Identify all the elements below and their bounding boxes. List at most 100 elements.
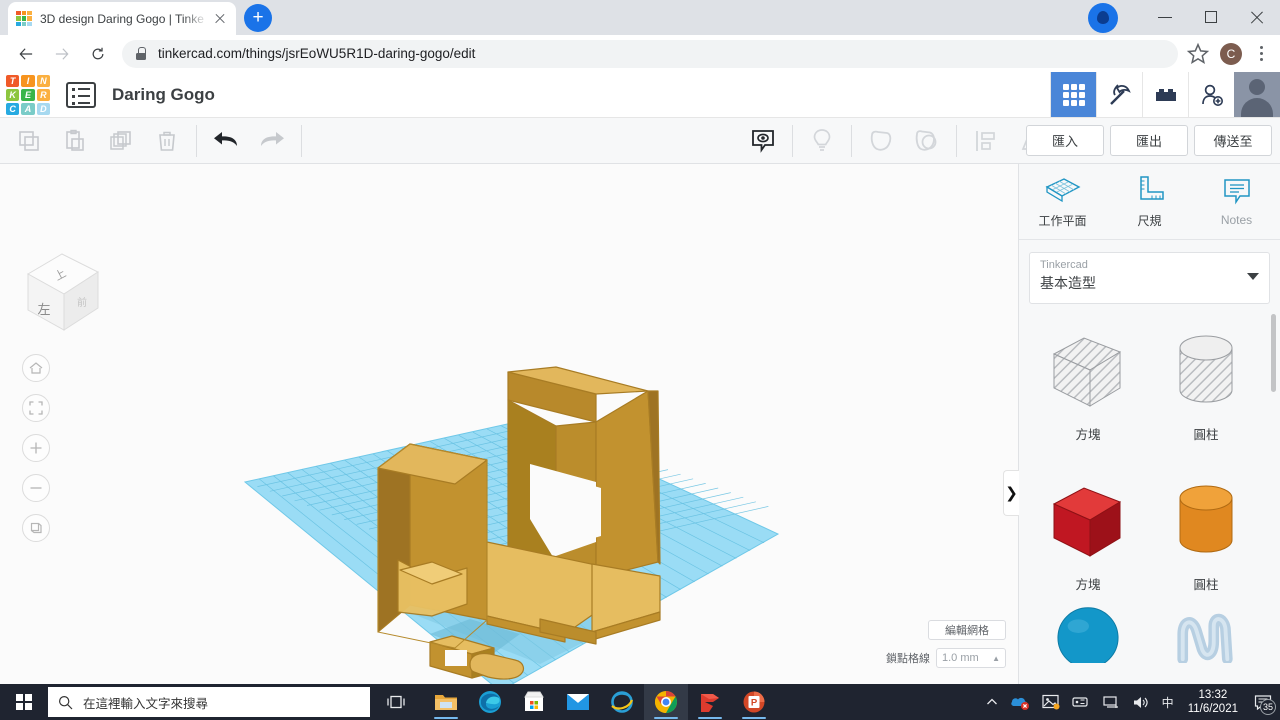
group-icon xyxy=(870,130,892,151)
sketchup-icon[interactable] xyxy=(688,684,732,720)
panel-tools: 工作平面 尺規 Notes xyxy=(1019,164,1280,240)
import-button[interactable]: 匯入 xyxy=(1026,125,1104,156)
toolbar-divider xyxy=(196,124,197,157)
clock-time: 13:32 xyxy=(1198,689,1228,701)
chevron-up-icon xyxy=(986,698,997,705)
chrome-icon[interactable] xyxy=(644,684,688,720)
notes-tool[interactable]: Notes xyxy=(1193,164,1280,239)
ortho-perspective-button[interactable] xyxy=(22,514,50,542)
red-box-shape[interactable]: 方塊 xyxy=(1029,449,1147,599)
panel-scrollbar[interactable] xyxy=(1271,314,1276,392)
chrome-menu-button[interactable] xyxy=(1250,46,1272,61)
window-controls xyxy=(1088,0,1280,35)
hole-box-shape[interactable]: 方塊 xyxy=(1029,299,1147,449)
navigation-buttons xyxy=(22,354,50,542)
notes-icon xyxy=(1223,179,1250,205)
send-to-button[interactable]: 傳送至 xyxy=(1194,125,1272,156)
volume-tray-icon[interactable] xyxy=(1126,695,1156,710)
maximize-window-button[interactable] xyxy=(1188,0,1234,35)
view-cube[interactable]: 上 左 前 xyxy=(18,244,108,340)
blocks-button[interactable] xyxy=(1142,72,1188,117)
paste-button[interactable] xyxy=(52,118,98,164)
zoom-in-button[interactable] xyxy=(22,434,50,462)
grid-view-button[interactable] xyxy=(1050,72,1096,117)
delete-button[interactable] xyxy=(144,118,190,164)
minimize-window-button[interactable] xyxy=(1142,0,1188,35)
scribble-shape[interactable] xyxy=(1147,599,1265,669)
powerpoint-app-icon: P xyxy=(743,691,765,713)
chevron-down-icon xyxy=(1247,273,1259,280)
note-button[interactable] xyxy=(740,118,786,164)
group-button[interactable] xyxy=(858,118,904,164)
toolbar-divider-3 xyxy=(792,124,793,157)
home-view-button[interactable] xyxy=(22,354,50,382)
shape-library-select[interactable]: Tinkercad 基本造型 xyxy=(1029,252,1270,304)
onedrive-tray-icon[interactable] xyxy=(1004,694,1036,710)
shapes-panel: 工作平面 尺規 Notes Tinkercad 基本造型 方塊 圓柱 方塊 圓柱 xyxy=(1018,164,1280,684)
orange-cylinder-shape[interactable]: 圓柱 xyxy=(1147,449,1265,599)
workplane-tool[interactable]: 工作平面 xyxy=(1019,164,1106,239)
ime-indicator[interactable]: 中 xyxy=(1156,694,1180,711)
powerpoint-icon[interactable]: P xyxy=(732,684,776,720)
collapse-panel-button[interactable]: ❯ xyxy=(1003,470,1019,516)
export-button[interactable]: 匯出 xyxy=(1110,125,1188,156)
file-explorer-icon[interactable] xyxy=(424,684,468,720)
codeblocks-button[interactable] xyxy=(1096,72,1142,117)
close-tab-icon[interactable] xyxy=(212,11,228,27)
ungroup-button[interactable] xyxy=(904,118,950,164)
copy-button[interactable] xyxy=(6,118,52,164)
envelope-icon xyxy=(567,694,589,710)
ruler-tool[interactable]: 尺規 xyxy=(1106,164,1193,239)
microsoft-store-icon[interactable] xyxy=(512,684,556,720)
blue-sphere-shape[interactable] xyxy=(1029,599,1147,669)
internet-explorer-icon[interactable] xyxy=(600,684,644,720)
lightbulb-button[interactable] xyxy=(799,118,845,164)
back-button[interactable] xyxy=(10,38,42,70)
edit-grid-button[interactable]: 編輯網格 xyxy=(928,620,1006,640)
align-button[interactable] xyxy=(963,118,1009,164)
network-tray-icon[interactable] xyxy=(1096,695,1126,710)
minus-icon xyxy=(30,487,42,489)
system-tray: 中 13:32 11/6/2021 35 xyxy=(980,684,1280,720)
photo-app-tray-icon[interactable] xyxy=(1036,694,1066,710)
task-view-button[interactable] xyxy=(374,684,418,720)
scribble-icon xyxy=(1177,613,1233,663)
project-list-icon[interactable] xyxy=(66,81,96,108)
notification-center-button[interactable]: 35 xyxy=(1246,684,1280,720)
address-bar[interactable]: tinkercad.com/things/jsrEoWU5R1D-daring-… xyxy=(122,39,1178,68)
chrome-profile-avatar[interactable]: C xyxy=(1220,42,1242,65)
snap-grid-select[interactable]: 1.0 mm ▲ xyxy=(936,648,1006,668)
tray-expand-button[interactable] xyxy=(980,696,1004,708)
start-button[interactable] xyxy=(0,684,48,720)
duplicate-button[interactable] xyxy=(98,118,144,164)
bluetooth-tray-icon[interactable] xyxy=(1066,695,1096,709)
browser-tab[interactable]: 3D design Daring Gogo | Tinke xyxy=(8,2,236,35)
browser-account-icon[interactable] xyxy=(1088,2,1118,33)
forward-button[interactable] xyxy=(46,38,78,70)
lightbulb-icon xyxy=(813,128,831,151)
tinkercad-logo[interactable]: TIN KER CAD xyxy=(6,74,50,115)
fit-view-button[interactable] xyxy=(22,394,50,422)
plus-icon xyxy=(30,442,42,454)
user-avatar[interactable] xyxy=(1234,72,1280,117)
zoom-out-button[interactable] xyxy=(22,474,50,502)
clock-date: 11/6/2021 xyxy=(1187,703,1238,715)
view-cube-icon: 上 左 前 xyxy=(26,253,100,331)
reload-button[interactable] xyxy=(82,38,114,70)
edge-browser-icon xyxy=(479,691,501,713)
taskbar-apps: P xyxy=(424,684,776,720)
redo-button[interactable] xyxy=(249,118,295,164)
close-window-button[interactable] xyxy=(1234,0,1280,35)
design-canvas[interactable]: 上 左 前 編輯網格 鎖點格線 1.0 mm ▲ xyxy=(0,164,1018,684)
blue-sphere-icon xyxy=(1057,607,1119,663)
mail-icon[interactable] xyxy=(556,684,600,720)
edge-icon[interactable] xyxy=(468,684,512,720)
taskbar-clock[interactable]: 13:32 11/6/2021 xyxy=(1180,688,1246,716)
undo-button[interactable] xyxy=(203,118,249,164)
taskbar-search[interactable]: 在這裡輸入文字來搜尋 xyxy=(48,687,370,717)
invite-button[interactable] xyxy=(1188,72,1234,117)
new-tab-button[interactable]: + xyxy=(244,4,272,32)
bookmark-star-button[interactable] xyxy=(1184,40,1212,68)
toolbar-divider-2 xyxy=(301,124,302,157)
hole-cylinder-shape[interactable]: 圓柱 xyxy=(1147,299,1265,449)
